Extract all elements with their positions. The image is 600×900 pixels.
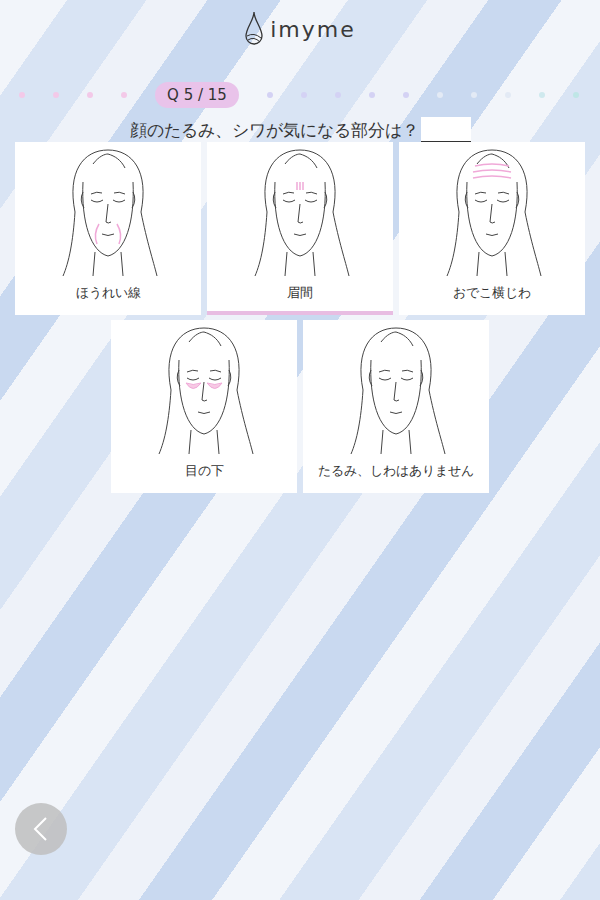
option-card[interactable]: ほうれい線 bbox=[15, 142, 201, 315]
progress-pill: Q 5 / 15 bbox=[155, 82, 239, 108]
face-nasolabial-icon bbox=[53, 142, 163, 282]
progress-dot bbox=[369, 92, 375, 98]
progress-dot bbox=[437, 92, 443, 98]
option-label: おでこ横じわ bbox=[453, 284, 531, 302]
face-glabella-icon bbox=[245, 142, 355, 282]
option-label: ほうれい線 bbox=[76, 284, 141, 302]
progress-dot bbox=[471, 92, 477, 98]
header: imyme bbox=[244, 4, 356, 54]
option-card[interactable]: 眉間 bbox=[207, 142, 393, 315]
progress-dot bbox=[505, 92, 511, 98]
face-forehead-icon bbox=[437, 142, 547, 282]
question-text: 顔のたるみ、シワが気になる部分は？ bbox=[130, 118, 419, 142]
face-undereye-icon bbox=[149, 320, 259, 460]
option-label: 眉間 bbox=[287, 284, 313, 302]
progress-dot bbox=[539, 92, 545, 98]
progress-bar: Q 5 / 15 bbox=[0, 82, 600, 108]
chevron-left-icon bbox=[30, 816, 52, 842]
progress-dot bbox=[335, 92, 341, 98]
progress-dot bbox=[403, 92, 409, 98]
logo: imyme bbox=[270, 17, 356, 42]
option-card[interactable]: たるみ、しわはありません bbox=[303, 320, 489, 493]
option-card[interactable]: 目の下 bbox=[111, 320, 297, 493]
option-grid: ほうれい線 眉間 おでこ横じわ目の下 たるみ、しわはありません bbox=[15, 142, 585, 493]
progress-dot bbox=[301, 92, 307, 98]
back-button[interactable] bbox=[15, 803, 67, 855]
progress-dot bbox=[121, 92, 127, 98]
progress-dot bbox=[19, 92, 25, 98]
progress-dot bbox=[53, 92, 59, 98]
option-label: 目の下 bbox=[185, 462, 224, 480]
option-label: たるみ、しわはありません bbox=[318, 462, 474, 480]
option-card[interactable]: おでこ横じわ bbox=[399, 142, 585, 315]
quiz-page: imyme Q 5 / 15 顔のたるみ、シワが気になる部分は？ ほうれい線 眉間 おでこ… bbox=[0, 0, 600, 900]
question: 顔のたるみ、シワが気になる部分は？ bbox=[130, 116, 471, 142]
progress-dot bbox=[573, 92, 579, 98]
face-none-icon bbox=[341, 320, 451, 460]
drop-logo-icon bbox=[244, 10, 264, 48]
progress-dot bbox=[87, 92, 93, 98]
progress-dot bbox=[267, 92, 273, 98]
answer-blank bbox=[421, 117, 471, 142]
